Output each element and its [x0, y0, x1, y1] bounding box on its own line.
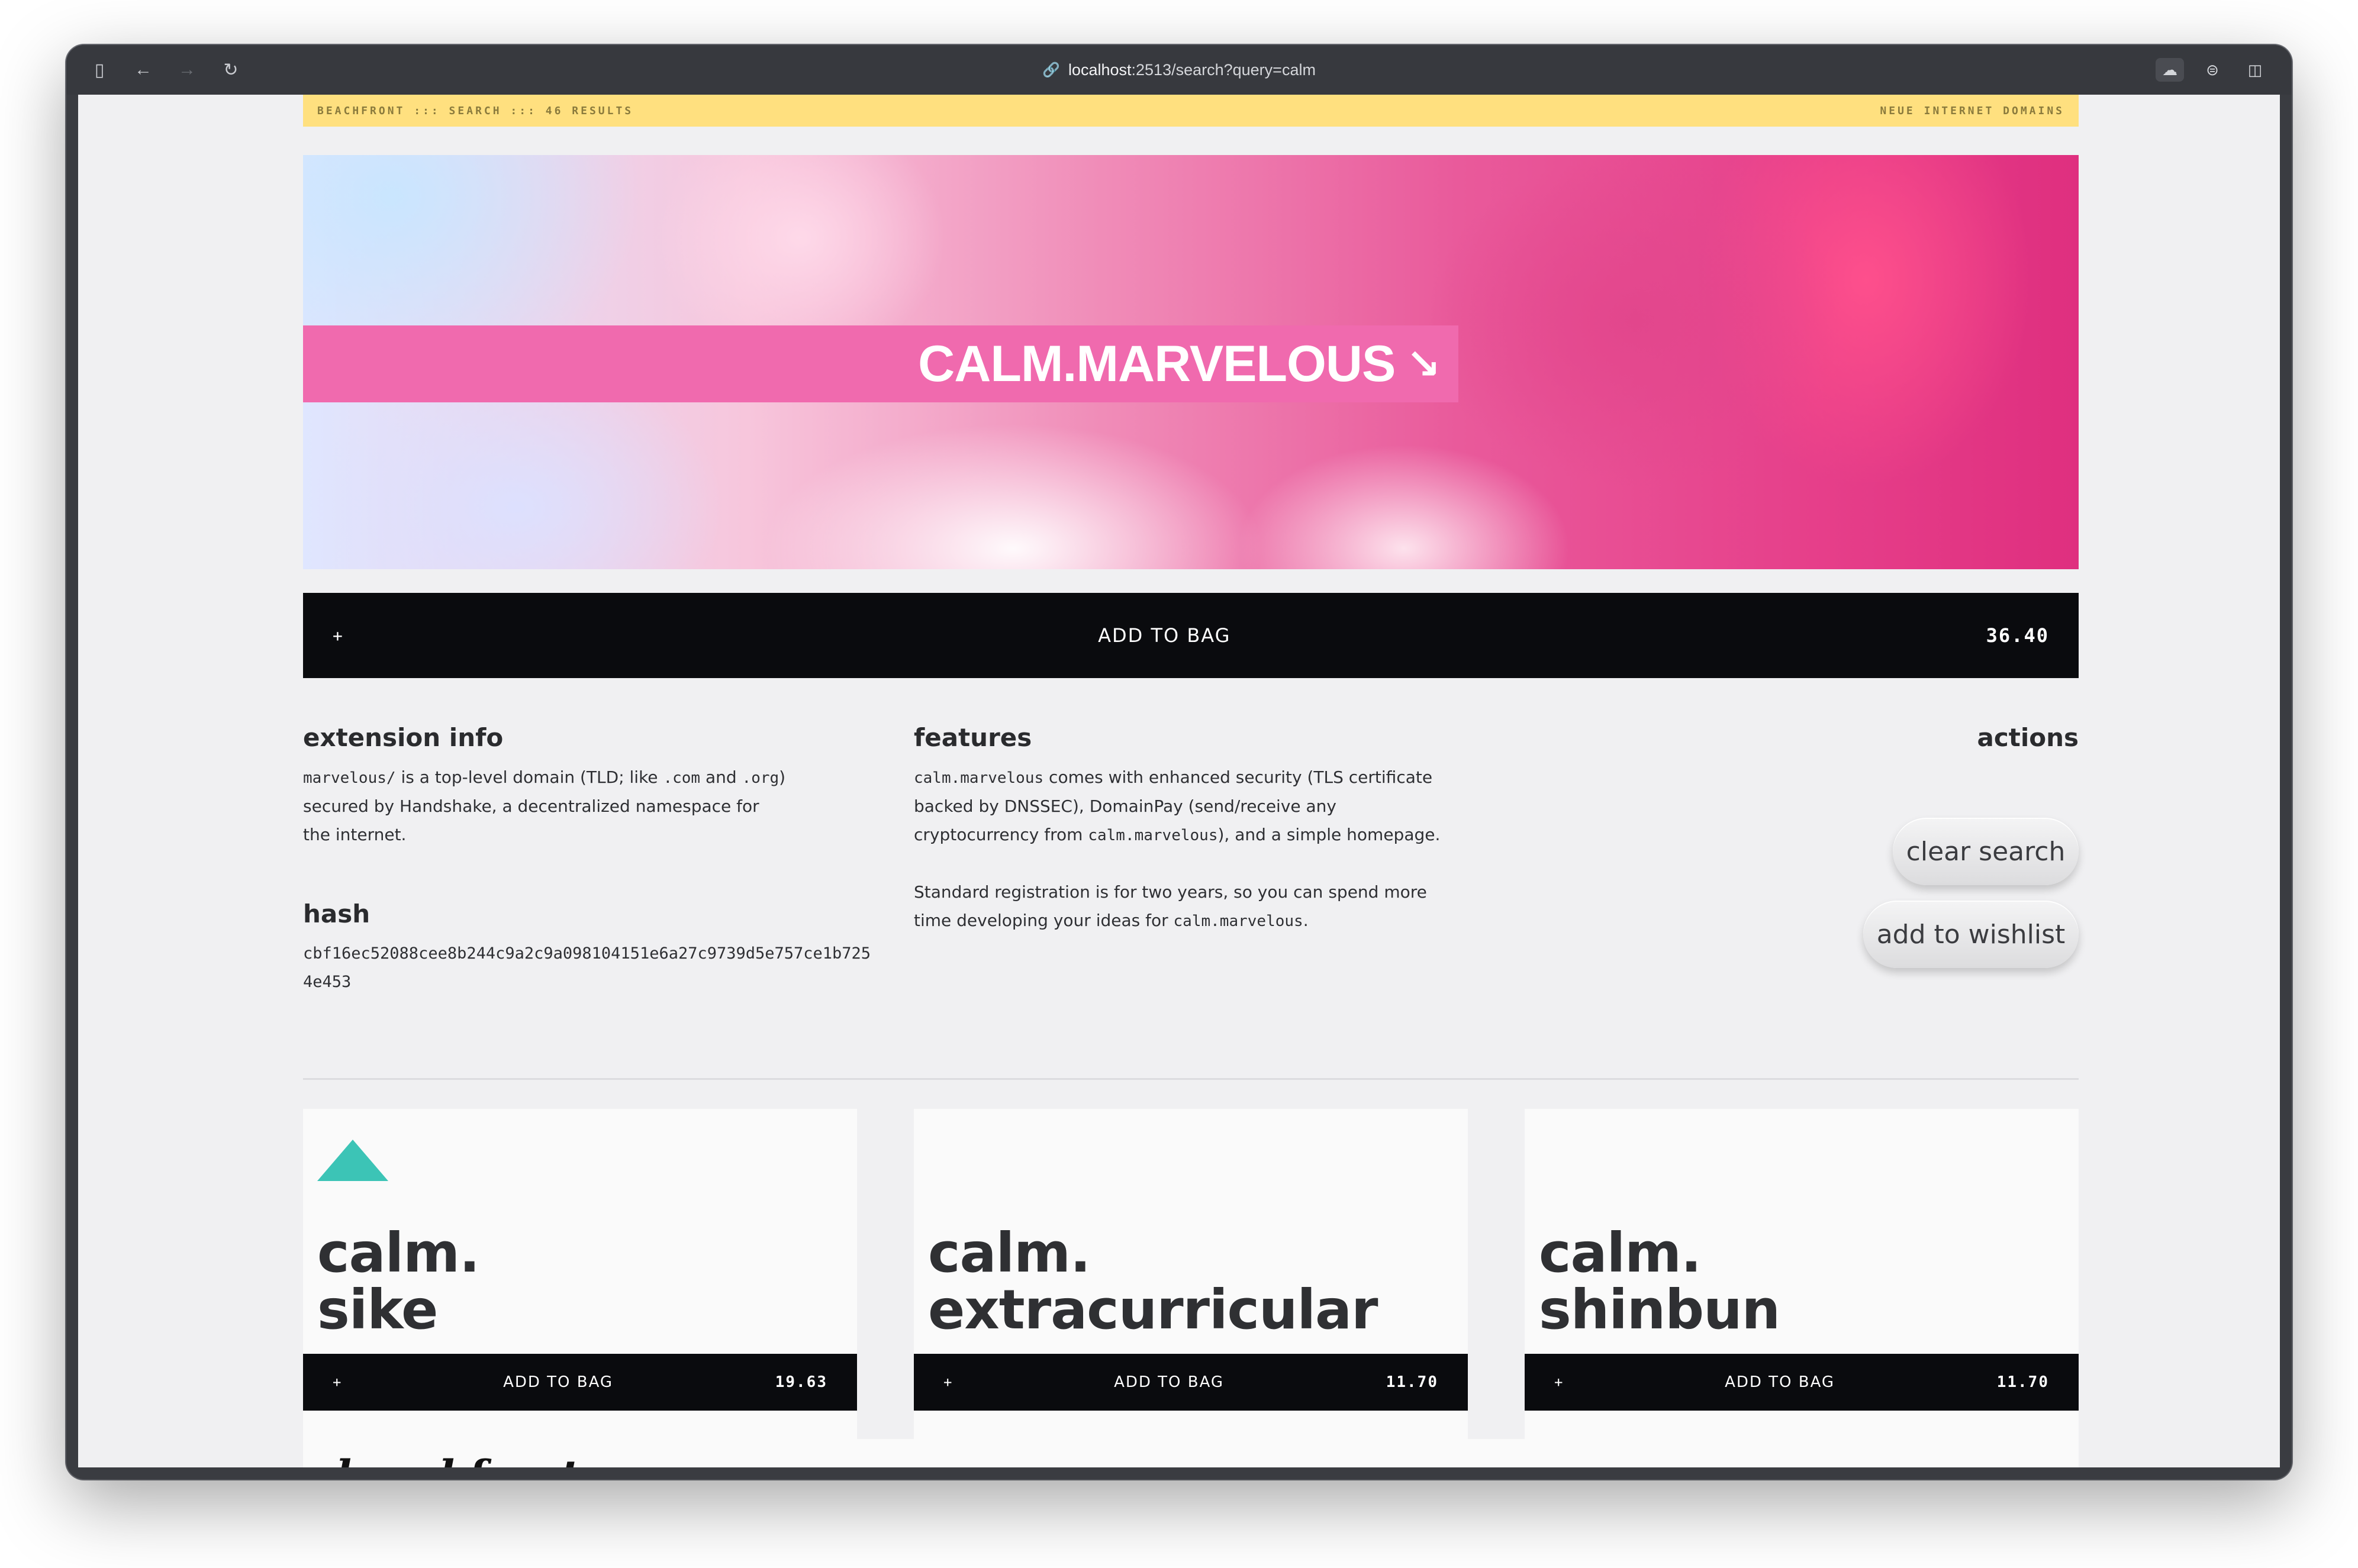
- add-to-bag-label: ADD TO BAG: [1098, 624, 1231, 647]
- plus-icon: +: [1554, 1374, 1563, 1390]
- result-domain: calm. sike: [317, 1225, 480, 1341]
- features-heading: features: [914, 723, 1032, 752]
- price: 36.40: [1986, 624, 2049, 647]
- url-host: localhost: [1068, 60, 1132, 79]
- text: ), and a simple homepage.: [1217, 825, 1441, 844]
- plus-icon: +: [943, 1374, 952, 1390]
- browser-window: ▯ ← → ↻ 🔗 localhost :2513/search?query=c…: [66, 45, 2292, 1479]
- split-view-icon[interactable]: ◫: [2241, 58, 2269, 82]
- text: .: [1303, 911, 1309, 930]
- extension-info-text: marvelous/ is a top-level domain (TLD; l…: [303, 763, 871, 849]
- page-viewport: BEACHFRONT ::: SEARCH ::: 46 RESULTS NEU…: [78, 95, 2280, 1467]
- tld-code: marvelous/: [303, 769, 396, 787]
- add-to-bag-label: ADD TO BAG: [1114, 1373, 1225, 1391]
- text: the internet.: [303, 825, 407, 844]
- arrow-down-right-icon: ↘: [1406, 341, 1441, 387]
- text: comes with enhanced security (TLS certif…: [1043, 767, 1433, 787]
- price: 11.70: [1996, 1373, 2049, 1391]
- text: and: [700, 767, 742, 787]
- account-link[interactable]: account: [2022, 1465, 2093, 1467]
- url-path: :2513/search?query=calm: [1131, 60, 1316, 79]
- domain-code: calm.marvelous: [914, 769, 1044, 787]
- text: ): [779, 767, 786, 787]
- price: 11.70: [1386, 1373, 1438, 1391]
- text: secured by Handshake, a decentralized na…: [303, 796, 759, 816]
- hero-title-band[interactable]: CALM.MARVELOUS ↘: [303, 325, 1458, 402]
- add-to-bag-button[interactable]: + ADD TO BAG 11.70: [1525, 1354, 2079, 1411]
- hero-title: CALM.MARVELOUS: [918, 335, 1396, 392]
- hash-value: cbf16ec52088cee8b244c9a2c9a098104151e6a2…: [303, 944, 871, 991]
- actions-heading: actions: [1977, 723, 2079, 752]
- result-domain: calm. extracurricular: [928, 1225, 1378, 1338]
- result-card[interactable]: calm. extracurricular + ADD TO BAG 11.70: [914, 1109, 1468, 1440]
- plus-icon: +: [333, 625, 343, 646]
- result-card[interactable]: calm. sike + ADD TO BAG 19.63: [303, 1109, 857, 1440]
- result-card[interactable]: calm. shinbun + ADD TO BAG 11.70: [1525, 1109, 2079, 1440]
- extension-icon[interactable]: ☁: [2156, 58, 2184, 82]
- domain-code: calm.marvelous: [1088, 827, 1218, 844]
- section-divider: [303, 1078, 2079, 1080]
- add-to-bag-button[interactable]: + ADD TO BAG 19.63: [303, 1354, 857, 1411]
- reader-icon[interactable]: ⊜: [2198, 58, 2227, 82]
- hash-heading: hash: [303, 899, 371, 928]
- text: Standard registration is for two years, …: [914, 882, 1427, 902]
- text: backed by DNSSEC), DomainPay (send/recei…: [914, 796, 1336, 816]
- domain-name: shinbun: [1539, 1278, 1780, 1341]
- code-com: .com: [663, 769, 701, 787]
- add-to-bag-label: ADD TO BAG: [1725, 1373, 1835, 1391]
- breadcrumb: BEACHFRONT ::: SEARCH ::: 46 RESULTS: [317, 104, 634, 117]
- footer-nav: beachfront account: [303, 1439, 2093, 1467]
- add-to-bag-button[interactable]: + ADD TO BAG 11.70: [914, 1354, 1468, 1411]
- result-domain: calm. shinbun: [1539, 1225, 1780, 1338]
- domain-prefix: calm.: [1539, 1221, 1702, 1285]
- plus-icon: +: [333, 1374, 342, 1390]
- hero-banner: CALM.MARVELOUS ↘: [303, 155, 2079, 569]
- domain-name: sike: [317, 1278, 438, 1341]
- status-topbar: BEACHFRONT ::: SEARCH ::: 46 RESULTS NEU…: [303, 95, 2079, 127]
- browser-toolbar: ▯ ← → ↻ 🔗 localhost :2513/search?query=c…: [66, 45, 2292, 95]
- add-to-bag-label: ADD TO BAG: [503, 1373, 614, 1391]
- add-to-bag-button[interactable]: + ADD TO BAG 36.40: [303, 593, 2079, 678]
- price: 19.63: [775, 1373, 827, 1391]
- triangle-icon: [317, 1140, 388, 1181]
- tagline: NEUE INTERNET DOMAINS: [1880, 104, 2064, 117]
- code-org: .org: [742, 769, 779, 787]
- text: is a top-level domain (TLD; like: [395, 767, 663, 787]
- features-text: calm.marvelous comes with enhanced secur…: [914, 763, 1482, 935]
- text: cryptocurrency from: [914, 825, 1088, 844]
- text: time developing your ideas for: [914, 911, 1174, 930]
- beachfront-logo[interactable]: beachfront: [336, 1451, 579, 1467]
- domain-prefix: calm.: [928, 1221, 1091, 1285]
- clear-search-button[interactable]: clear search: [1893, 818, 2079, 885]
- domain-code: calm.marvelous: [1173, 912, 1303, 930]
- address-bar[interactable]: 🔗 localhost :2513/search?query=calm: [66, 56, 2292, 84]
- domain-name: extracurricular: [928, 1278, 1378, 1341]
- add-to-wishlist-button[interactable]: add to wishlist: [1863, 901, 2079, 968]
- link-icon: 🔗: [1042, 62, 1060, 78]
- domain-prefix: calm.: [317, 1221, 480, 1285]
- extension-info-heading: extension info: [303, 723, 504, 752]
